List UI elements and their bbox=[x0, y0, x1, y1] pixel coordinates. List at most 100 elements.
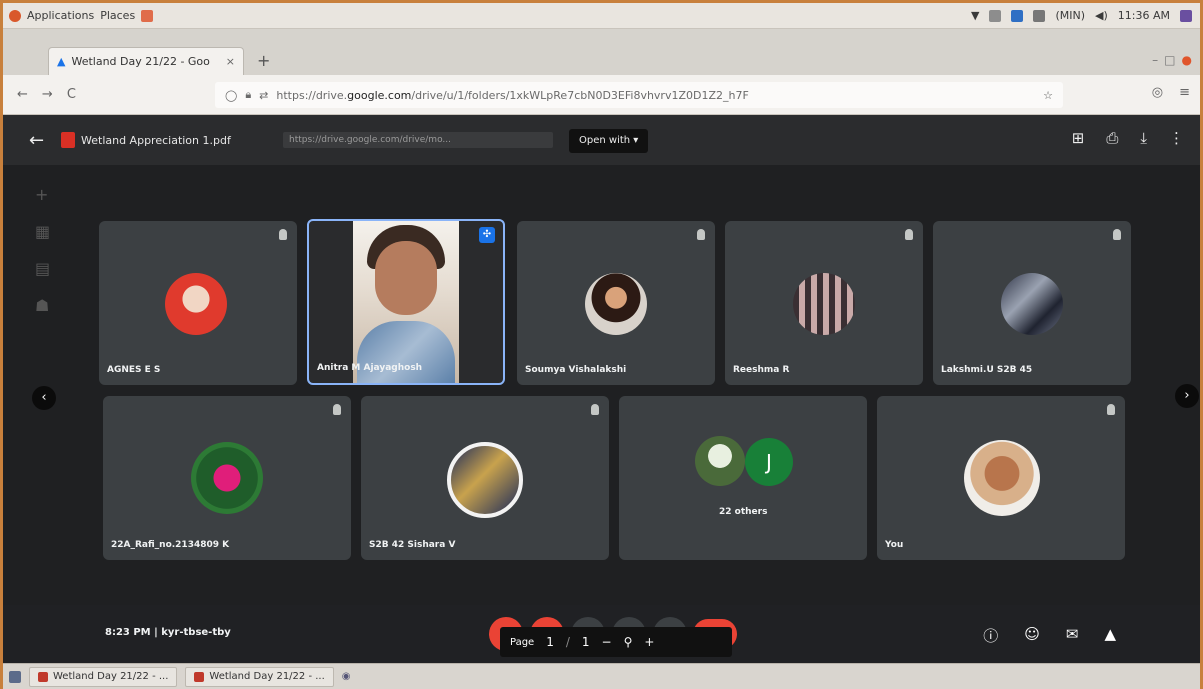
meeting-info: 8:23 PM | kyr-tbse-tby bbox=[105, 627, 231, 638]
browser-tab-strip: ▲ Wetland Day 21/22 - Goo × + – □ ● bbox=[3, 29, 1200, 75]
pdf-page-toolbar: Page 1 / 1 − ⚲ + bbox=[500, 627, 732, 657]
mic-muted-icon bbox=[1107, 404, 1115, 415]
participant-tile[interactable]: Lakshmi.U S2B 45 bbox=[933, 221, 1131, 385]
download-icon[interactable]: ⤓ bbox=[1140, 129, 1147, 147]
minimize-button[interactable]: – bbox=[1152, 53, 1158, 67]
mic-muted-icon bbox=[697, 229, 705, 240]
volume-icon[interactable]: ◀) bbox=[1095, 9, 1108, 22]
new-tab-button[interactable]: + bbox=[257, 51, 270, 70]
grid-icon: ▦ bbox=[35, 222, 51, 241]
display-icon[interactable] bbox=[989, 9, 1002, 22]
firefox-launcher-icon[interactable] bbox=[141, 9, 154, 22]
applications-menu[interactable]: Applications bbox=[27, 9, 94, 22]
calendar-icon: ▤ bbox=[35, 259, 51, 278]
pdf-icon bbox=[61, 132, 75, 148]
next-page-arrow-icon[interactable]: › bbox=[1175, 384, 1199, 408]
places-menu[interactable]: Places bbox=[100, 9, 135, 22]
show-desktop-icon[interactable] bbox=[9, 670, 21, 683]
page-label: Page bbox=[510, 636, 535, 648]
avatar bbox=[964, 440, 1040, 516]
taskbar-window-1-label: Wetland Day 21/22 - ... bbox=[53, 671, 169, 682]
open-with-button[interactable]: Open with ▾ bbox=[569, 129, 649, 153]
taskbar-window-1[interactable]: Wetland Day 21/22 - ... bbox=[29, 666, 178, 687]
pdf-file-name: Wetland Appreciation 1.pdf bbox=[81, 133, 231, 147]
network-icon[interactable]: ▼ bbox=[971, 9, 979, 22]
clock[interactable]: 11:36 AM bbox=[1118, 9, 1170, 22]
workspace-switcher-icon[interactable]: ◉ bbox=[342, 671, 351, 682]
shared-screen-url: https://drive.google.com/drive/mo... bbox=[283, 132, 553, 148]
mic-muted-icon bbox=[591, 404, 599, 415]
system-panel: Applications Places ▼ (MIN) ◀) 11:36 AM bbox=[3, 3, 1200, 29]
applications-icon bbox=[9, 9, 21, 22]
zoom-icon: ⚲ bbox=[623, 635, 633, 649]
people-icon[interactable]: ☺ bbox=[1024, 625, 1040, 646]
power-icon[interactable] bbox=[1180, 9, 1192, 22]
self-tile[interactable]: You bbox=[877, 396, 1125, 560]
mic-muted-icon bbox=[905, 229, 913, 240]
browser-tab[interactable]: ▲ Wetland Day 21/22 - Goo × bbox=[48, 47, 244, 75]
maximize-button[interactable]: □ bbox=[1164, 53, 1175, 67]
url-bar[interactable]: ◯ 🔒︎ ⇄ https://drive.google.com/drive/u/… bbox=[215, 82, 1063, 108]
screenshot-frame: Applications Places ▼ (MIN) ◀) 11:36 AM … bbox=[0, 0, 1203, 689]
participant-tile[interactable]: Soumya Vishalakshi bbox=[517, 221, 715, 385]
activities-icon[interactable]: ▲ bbox=[1104, 625, 1116, 646]
reload-button[interactable]: C bbox=[67, 87, 76, 102]
add-to-drive-icon[interactable]: ⊞ bbox=[1072, 129, 1085, 147]
zoom-out-button[interactable]: − bbox=[602, 635, 612, 649]
firefox-icon bbox=[38, 671, 48, 682]
pdf-back-button[interactable]: ← bbox=[3, 130, 61, 151]
chat-icon[interactable]: ✉ bbox=[1066, 625, 1079, 646]
drive-favicon-icon: ▲ bbox=[57, 55, 66, 68]
participant-video-tile[interactable]: ✣ Anitra M Ajayaghosh bbox=[307, 219, 505, 385]
pdf-header-actions: ⊞ ⎙ ⤓ ⋮ bbox=[1072, 129, 1184, 147]
taskbar: Wetland Day 21/22 - ... Wetland Day 21/2… bbox=[3, 663, 1200, 689]
avatar bbox=[447, 442, 523, 518]
pocket-icon[interactable]: ◎ bbox=[1152, 85, 1163, 100]
bookmark-star-icon[interactable]: ☆ bbox=[1043, 89, 1053, 102]
meet-side-controls: ⓘ ☺ ✉ ▲ bbox=[983, 625, 1116, 646]
browser-nav-bar: ← → C ◯ 🔒︎ ⇄ https://drive.google.com/dr… bbox=[3, 75, 1200, 115]
participant-tile[interactable]: 22A_Rafi_no.2134809 K bbox=[103, 396, 351, 560]
taskbar-window-2[interactable]: Wetland Day 21/22 - ... bbox=[185, 666, 334, 687]
avatar bbox=[585, 273, 647, 335]
avatar bbox=[793, 273, 855, 335]
zoom-in-button[interactable]: + bbox=[644, 635, 654, 649]
url-suffix: /drive/u/1/folders/1xkWLpRe7cbN0D3EFi8vh… bbox=[411, 88, 749, 102]
forward-button[interactable]: → bbox=[42, 87, 53, 102]
others-tile[interactable]: J 22 others bbox=[619, 396, 867, 560]
more-options-icon[interactable]: ⋮ bbox=[1169, 129, 1184, 147]
lock-icon: 🔒︎ bbox=[245, 88, 252, 101]
add-icon: + bbox=[35, 185, 49, 204]
meet-window: ← Wetland Appreciation 1.pdf https://dri… bbox=[3, 115, 1200, 663]
participant-tile[interactable]: Reeshma R bbox=[725, 221, 923, 385]
previous-page-arrow-icon[interactable]: ‹ bbox=[32, 386, 56, 410]
page-separator: / bbox=[565, 635, 570, 649]
window-controls: – □ ● bbox=[1152, 53, 1192, 67]
avatar bbox=[1001, 273, 1063, 335]
taskbar-window-2-label: Wetland Day 21/22 - ... bbox=[209, 671, 325, 682]
participant-name: S2B 42 Sishara V bbox=[369, 540, 456, 550]
participant-tile[interactable]: AGNES E S bbox=[99, 221, 297, 385]
firefox-icon bbox=[194, 671, 205, 682]
mic-muted-icon bbox=[279, 229, 287, 240]
participant-tile[interactable]: S2B 42 Sishara V bbox=[361, 396, 609, 560]
close-tab-icon[interactable]: × bbox=[226, 55, 235, 68]
participant-video bbox=[353, 221, 459, 383]
meeting-details-icon[interactable]: ⓘ bbox=[983, 625, 998, 646]
participant-name: Reeshma R bbox=[733, 365, 790, 375]
close-window-button[interactable]: ● bbox=[1182, 53, 1192, 67]
video-shirt bbox=[357, 321, 455, 383]
page-current[interactable]: 1 bbox=[546, 635, 554, 649]
shield-icon: ◯ bbox=[225, 88, 238, 102]
back-button[interactable]: ← bbox=[17, 87, 28, 102]
hamburger-menu-icon[interactable]: ≡ bbox=[1179, 85, 1190, 100]
url-prefix: https://drive. bbox=[276, 88, 348, 102]
video-face bbox=[375, 241, 437, 315]
participant-name: Lakshmi.U S2B 45 bbox=[941, 365, 1033, 375]
print-icon[interactable]: ⎙ bbox=[1106, 129, 1118, 147]
pin-icon[interactable]: ✣ bbox=[479, 227, 495, 243]
participant-name: Soumya Vishalakshi bbox=[525, 365, 627, 375]
others-count: 22 others bbox=[719, 507, 768, 517]
user-label[interactable]: (MIN) bbox=[1055, 9, 1085, 22]
bluetooth-icon[interactable] bbox=[1011, 9, 1024, 22]
